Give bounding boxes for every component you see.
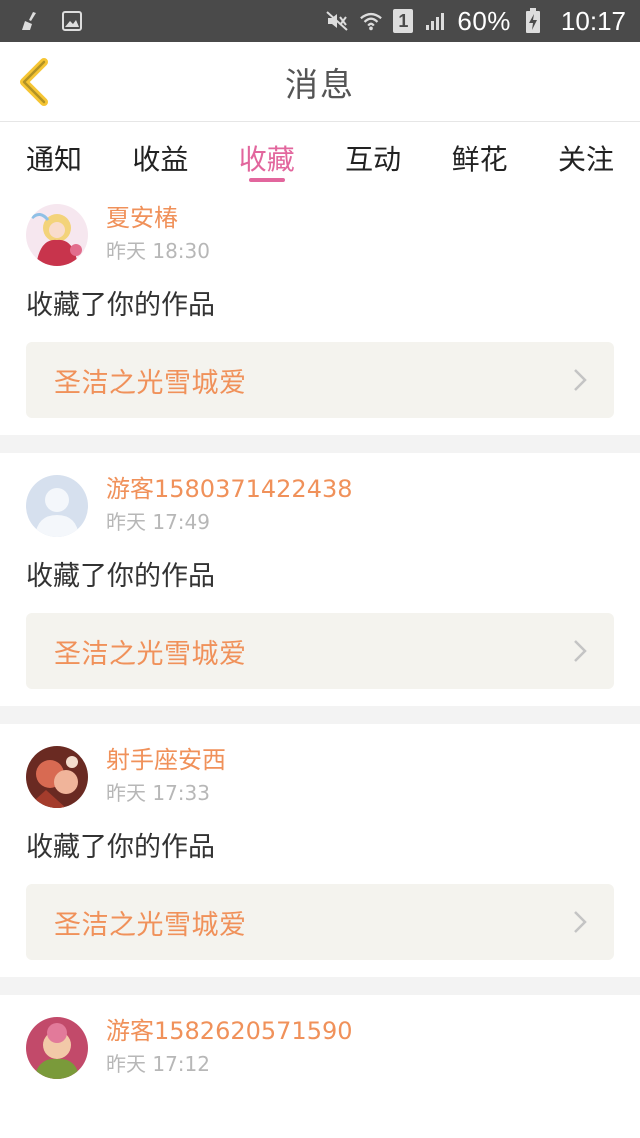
clock: 10:17: [560, 5, 626, 36]
work-link[interactable]: 圣洁之光雪城爱: [26, 613, 614, 689]
chevron-right-icon: [574, 640, 587, 662]
image-icon: [60, 9, 84, 33]
avatar[interactable]: [26, 475, 88, 537]
list-item: 夏安椿 昨天 18:30 收藏了你的作品 圣洁之光雪城爱: [0, 182, 640, 435]
battery-percent: 60%: [457, 5, 511, 36]
battery-icon: [521, 8, 545, 33]
mute-icon: [325, 9, 349, 33]
timestamp: 昨天 17:49: [106, 510, 210, 534]
avatar[interactable]: [26, 1017, 88, 1079]
status-left: [18, 9, 325, 33]
timestamp: 昨天 18:30: [106, 239, 210, 263]
header-bar: 消息: [0, 42, 640, 122]
work-title: 圣洁之光雪城爱: [54, 367, 247, 399]
list-item: 射手座安西 昨天 17:33 收藏了你的作品 圣洁之光雪城爱: [0, 724, 640, 977]
timestamp: 昨天 17:33: [106, 781, 210, 805]
status-bar: 1 60% 10:17: [0, 0, 640, 42]
timestamp: 昨天 17:12: [106, 1052, 210, 1076]
username[interactable]: 夏安椿: [106, 202, 210, 234]
username[interactable]: 游客1582620571590: [106, 1015, 353, 1047]
tab-following[interactable]: 关注: [558, 122, 614, 182]
work-title: 圣洁之光雪城爱: [54, 909, 247, 941]
work-link[interactable]: 圣洁之光雪城爱: [26, 342, 614, 418]
message-header: 游客1580371422438 昨天 17:49: [26, 469, 614, 545]
work-link[interactable]: 圣洁之光雪城爱: [26, 884, 614, 960]
work-title: 圣洁之光雪城爱: [54, 638, 247, 670]
action-text: 收藏了你的作品: [26, 290, 215, 321]
message-meta: 射手座安西 昨天 17:33: [106, 740, 226, 808]
tab-flowers[interactable]: 鲜花: [452, 122, 508, 182]
message-meta: 夏安椿 昨天 18:30: [106, 198, 210, 266]
chevron-right-icon: [574, 369, 587, 391]
tab-notifications[interactable]: 通知: [26, 122, 82, 182]
list-item: 游客1580371422438 昨天 17:49 收藏了你的作品 圣洁之光雪城爱: [0, 453, 640, 706]
list-item: 游客1582620571590 昨天 17:12: [0, 995, 640, 1104]
sim-label: 1: [398, 10, 409, 31]
tab-favorites[interactable]: 收藏: [239, 122, 295, 182]
chevron-left-icon: [20, 58, 48, 106]
username[interactable]: 射手座安西: [106, 744, 226, 776]
action-text: 收藏了你的作品: [26, 832, 215, 863]
message-header: 夏安椿 昨天 18:30: [26, 198, 614, 274]
avatar[interactable]: [26, 746, 88, 808]
divider: [0, 706, 640, 724]
signal-icon: [423, 9, 447, 33]
tab-bar: 通知 收益 收藏 互动 鲜花 关注: [0, 122, 640, 182]
message-meta: 游客1580371422438 昨天 17:49: [106, 469, 353, 537]
divider: [0, 435, 640, 453]
page-title: 消息: [285, 64, 355, 104]
message-list: 夏安椿 昨天 18:30 收藏了你的作品 圣洁之光雪城爱 游客158037142…: [0, 182, 640, 1104]
divider: [0, 977, 640, 995]
back-button[interactable]: [16, 56, 52, 108]
tab-interactions[interactable]: 互动: [345, 122, 401, 182]
avatar[interactable]: [26, 204, 88, 266]
sim-icon: 1: [393, 9, 414, 33]
chevron-right-icon: [574, 911, 587, 933]
message-header: 游客1582620571590 昨天 17:12: [26, 1011, 614, 1087]
message-meta: 游客1582620571590 昨天 17:12: [106, 1011, 353, 1079]
wifi-icon: [359, 9, 383, 33]
action-text: 收藏了你的作品: [26, 561, 215, 592]
broom-icon: [18, 9, 42, 33]
message-header: 射手座安西 昨天 17:33: [26, 740, 614, 816]
status-right: 1 60% 10:17: [325, 6, 626, 37]
tab-earnings[interactable]: 收益: [132, 122, 188, 182]
username[interactable]: 游客1580371422438: [106, 473, 353, 505]
